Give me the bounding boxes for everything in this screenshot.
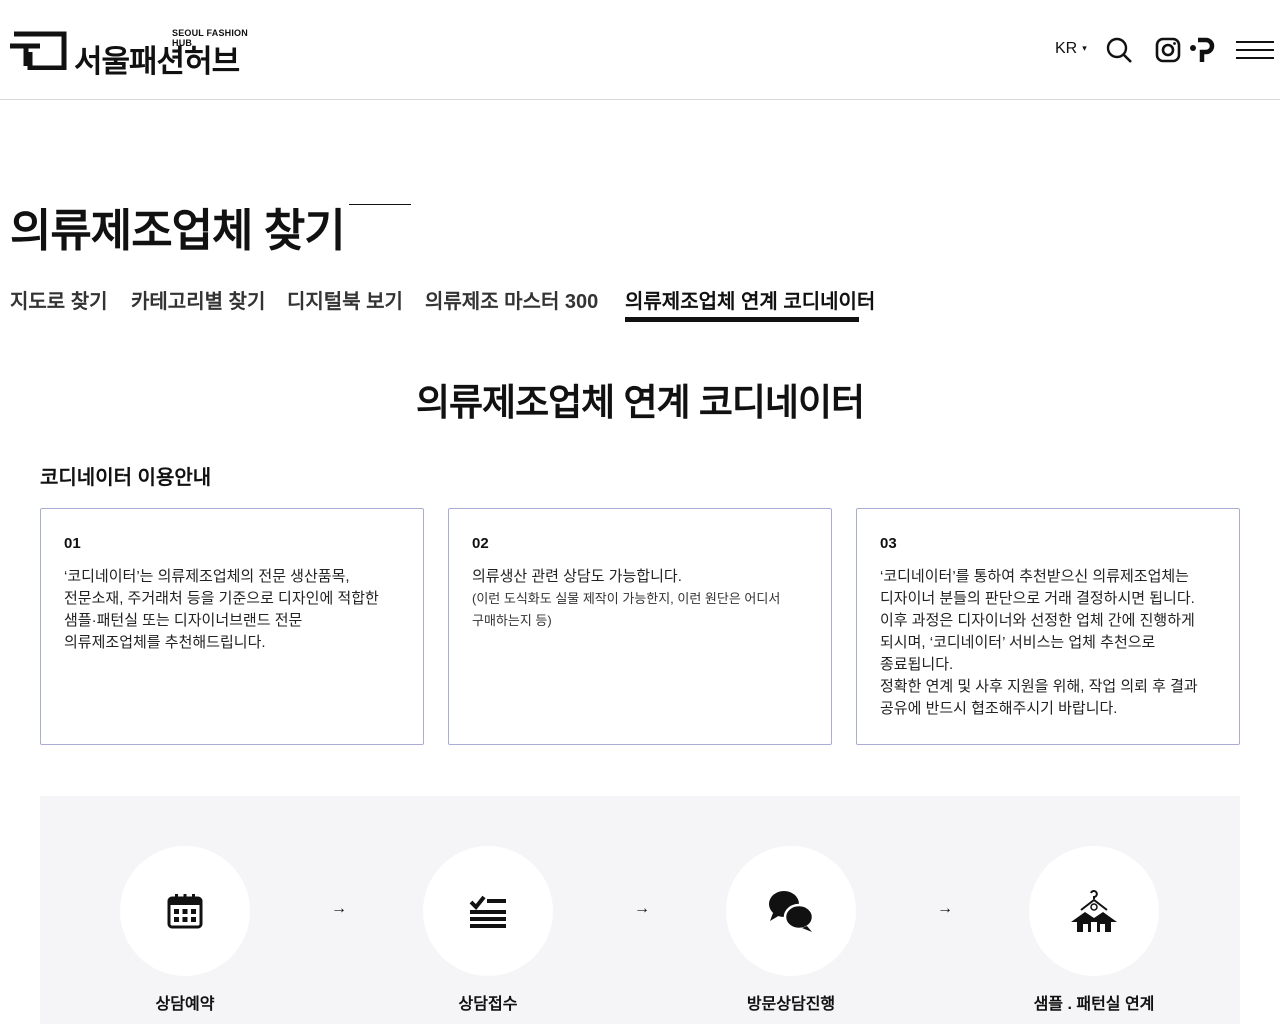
page-title: 의류제조업체 찾기 xyxy=(10,205,346,256)
menu-icon[interactable] xyxy=(1236,40,1274,60)
card-text: ‘코디네이터’는 의류제조업체의 전문 생산품목, 전문소재, 주거래처 등을 … xyxy=(64,568,379,651)
site-logo[interactable]: SEOUL FASHION HUB 서울패션허브 xyxy=(10,26,250,79)
step-label: 상담예약 xyxy=(155,996,215,1013)
guide-card-1: 01 ‘코디네이터’는 의류제조업체의 전문 생산품목, 전문소재, 주거래처 … xyxy=(40,508,424,745)
search-icon[interactable] xyxy=(1106,37,1132,63)
card-note: (이런 도식화도 실물 제작이 가능한지, 이런 원단은 어디서 구매하는지 등… xyxy=(472,591,781,628)
title-decoration-line xyxy=(349,204,411,205)
section-title: 의류제조업체 연계 코디네이터 xyxy=(415,382,865,423)
tab-category[interactable]: 카테고리별 찾기 xyxy=(131,285,265,314)
process-step-4: 샘플 . 패턴실 연계 xyxy=(1029,846,1159,1014)
step-label: 방문상담진행 xyxy=(746,996,836,1013)
card-text: ‘코디네이터’를 통하여 추천받으신 의류제조업체는 디자이너 분들의 판단으로… xyxy=(880,568,1198,717)
process-steps: 상담예약 → 상담접수 → 방문상담진행 → 샘플 . 패턴실 연계 xyxy=(40,796,1240,1024)
arrow-right-icon: → xyxy=(634,900,650,917)
language-label: KR xyxy=(1055,40,1078,57)
step-icon-circle xyxy=(726,846,856,976)
card-text: 의류생산 관련 상담도 가능합니다. xyxy=(472,568,682,585)
step-icon-circle xyxy=(120,846,250,976)
card-number: 01 xyxy=(64,535,81,552)
active-tab-indicator xyxy=(625,317,859,322)
guide-title: 코디네이터 이용안내 xyxy=(40,467,212,489)
logo-mark-icon xyxy=(10,31,67,70)
tab-map[interactable]: 지도로 찾기 xyxy=(10,285,108,314)
p-brand-icon[interactable] xyxy=(1188,36,1216,64)
guide-card-2: 02 의류생산 관련 상담도 가능합니다. (이런 도식화도 실물 제작이 가능… xyxy=(448,508,832,745)
arrow-right-icon: → xyxy=(937,900,953,917)
instagram-icon[interactable] xyxy=(1155,37,1181,63)
step-icon-circle xyxy=(1029,846,1159,976)
tab-digital-book[interactable]: 디지털북 보기 xyxy=(287,285,403,314)
process-step-1: 상담예약 xyxy=(120,846,250,1014)
guide-card-3: 03 ‘코디네이터’를 통하여 추천받으신 의류제조업체는 디자이너 분들의 판… xyxy=(856,508,1240,745)
tab-master-300[interactable]: 의류제조 마스터 300 xyxy=(425,285,598,314)
checklist-icon xyxy=(469,895,506,928)
site-header: SEOUL FASHION HUB 서울패션허브 KR ▾ xyxy=(0,0,1280,100)
step-label: 샘플 . 패턴실 연계 xyxy=(1033,996,1155,1013)
logo-title: 서울패션허브 xyxy=(74,44,240,79)
arrow-right-icon: → xyxy=(331,900,347,917)
process-step-3: 방문상담진행 xyxy=(726,846,856,1014)
process-step-2: 상담접수 xyxy=(423,846,553,1014)
calendar-icon xyxy=(167,894,203,929)
step-icon-circle xyxy=(423,846,553,976)
tab-coordinator[interactable]: 의류제조업체 연계 코디네이터 xyxy=(625,285,875,314)
step-label: 상담접수 xyxy=(458,996,518,1013)
caret-down-icon: ▾ xyxy=(1082,43,1087,54)
card-number: 02 xyxy=(472,535,489,552)
language-selector[interactable]: KR ▾ xyxy=(1055,40,1087,58)
chat-bubbles-icon xyxy=(769,891,814,932)
hanger-house-icon xyxy=(1071,890,1117,932)
card-number: 03 xyxy=(880,535,897,552)
